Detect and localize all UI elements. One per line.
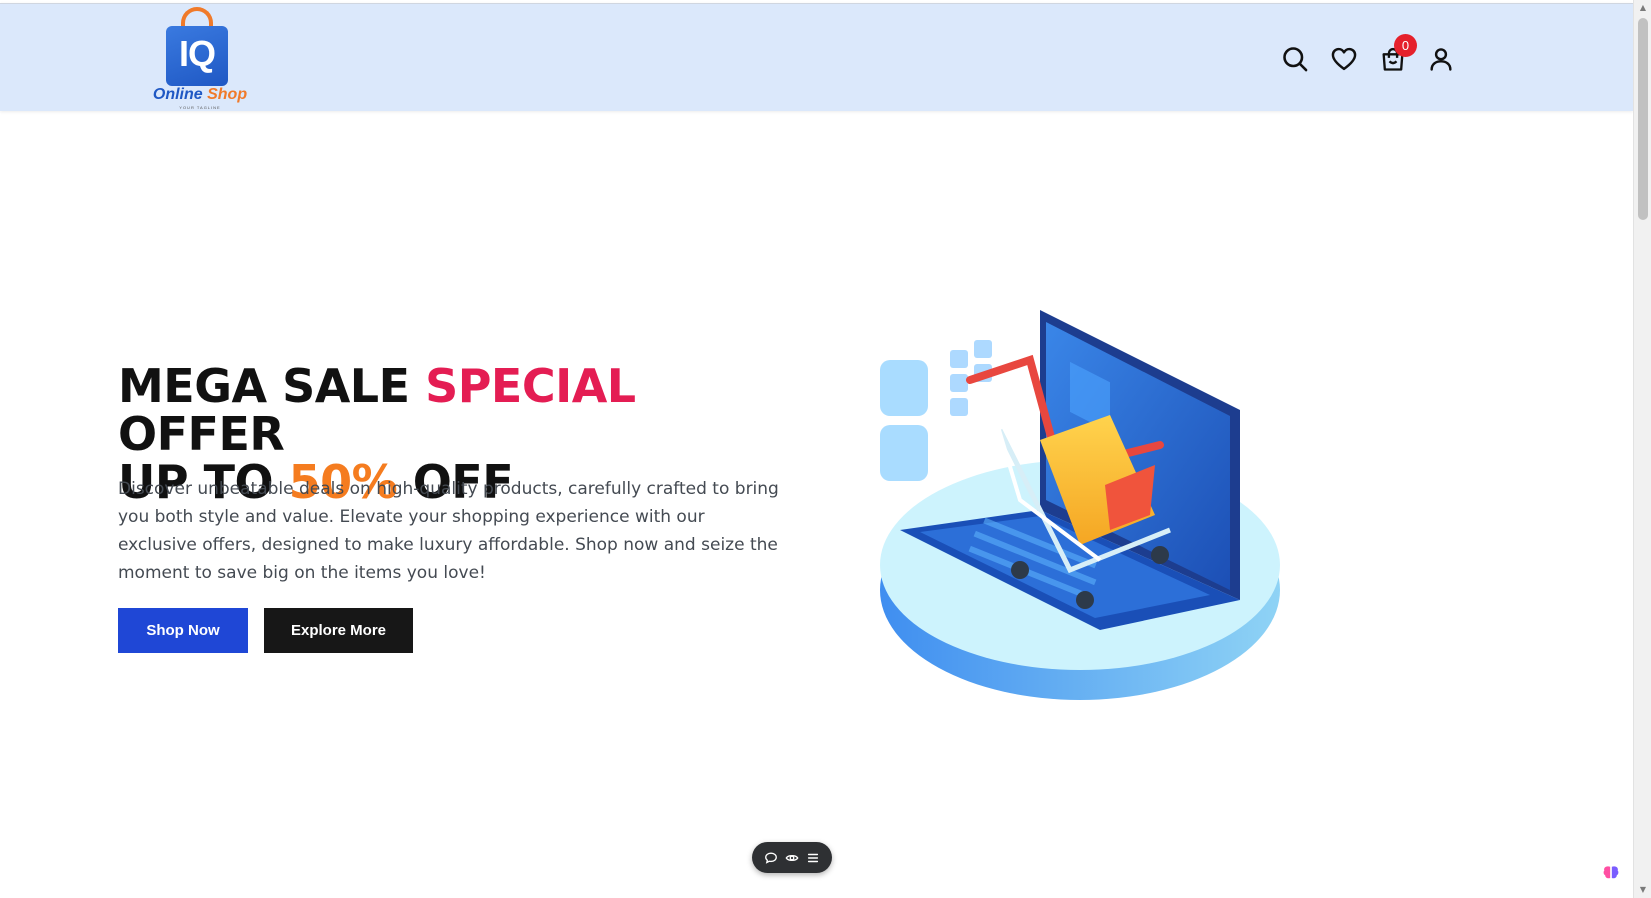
hero-title-line1: MEGA SALE SPECIAL OFFER: [118, 359, 636, 461]
cart-icon[interactable]: 0: [1376, 34, 1417, 76]
page: IQ Online Shop YOUR TAGLINE 0 MEGA SALE …: [0, 0, 1633, 898]
site-header: IQ Online Shop YOUR TAGLINE 0: [0, 3, 1633, 111]
logo-name: Online Shop: [150, 86, 250, 104]
hero-title-highlight-special: SPECIAL: [425, 359, 636, 413]
explore-more-button[interactable]: Explore More: [264, 608, 413, 653]
floating-toolbar: [752, 842, 832, 873]
hero-description: Discover unbeatable deals on high-qualit…: [118, 479, 779, 583]
logo-name-part1: Online: [152, 86, 203, 103]
scroll-up-icon[interactable]: ▲: [1638, 3, 1648, 13]
comment-icon[interactable]: [763, 850, 779, 866]
assistant-brain-icon[interactable]: [1598, 860, 1624, 886]
logo-monogram: IQ: [178, 33, 216, 74]
logo-tagline: YOUR TAGLINE: [179, 105, 221, 110]
logo-name-part2: Shop: [207, 86, 248, 103]
vertical-scrollbar[interactable]: ▲ ▼: [1633, 0, 1651, 898]
shop-now-button[interactable]: Shop Now: [118, 608, 248, 653]
scrollbar-thumb[interactable]: [1638, 18, 1648, 220]
user-icon[interactable]: [1424, 42, 1458, 76]
heart-icon[interactable]: [1327, 42, 1361, 76]
hero-illustration: [870, 300, 1290, 720]
logo[interactable]: IQ Online Shop YOUR TAGLINE: [150, 4, 250, 114]
search-icon[interactable]: [1278, 42, 1312, 76]
eye-icon[interactable]: [784, 850, 800, 866]
scroll-down-icon[interactable]: ▼: [1638, 885, 1648, 895]
hero-title-text: MEGA SALE: [118, 359, 426, 413]
hero-title-text: OFFER: [118, 407, 285, 461]
cart-count-badge: 0: [1394, 34, 1417, 57]
menu-icon[interactable]: [805, 850, 821, 866]
header-actions: 0: [1278, 34, 1478, 82]
